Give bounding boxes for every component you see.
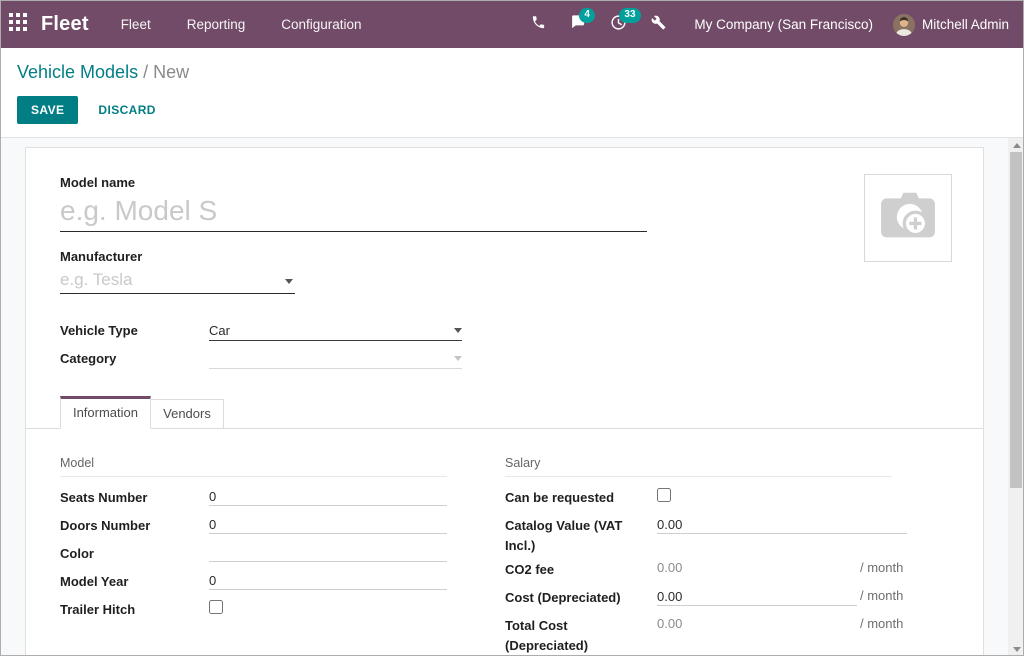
breadcrumb-separator: / [143, 62, 148, 82]
trailer-hitch-label: Trailer Hitch [60, 600, 205, 620]
model-section-title: Model [60, 456, 447, 477]
category-label: Category [60, 351, 116, 366]
breadcrumb-vehicle-models[interactable]: Vehicle Models [17, 62, 138, 82]
top-navbar: Fleet Fleet Reporting Configuration 4 [1, 1, 1023, 48]
vehicle-type-value: Car [209, 323, 230, 338]
model-name-label: Model name [60, 175, 135, 190]
manufacturer-label: Manufacturer [60, 249, 142, 264]
total-cost-value: 0.00 [657, 616, 682, 631]
activities-button[interactable]: 33 [608, 15, 628, 35]
chevron-down-icon [454, 328, 462, 333]
phone-button[interactable] [528, 15, 548, 35]
user-avatar [893, 14, 915, 36]
topbar-right: 4 33 My Company (San Francisco) [528, 14, 1023, 36]
model-image-upload[interactable] [864, 174, 952, 262]
vehicle-type-label: Vehicle Type [60, 323, 138, 338]
main-menu: Fleet Reporting Configuration [121, 17, 362, 32]
control-panel: Vehicle Models / New SAVE DISCARD [1, 48, 1023, 137]
save-button[interactable]: SAVE [17, 96, 78, 124]
menu-reporting[interactable]: Reporting [187, 17, 246, 32]
color-label: Color [60, 544, 205, 564]
breadcrumb-current: New [153, 62, 189, 82]
model-name-input[interactable] [60, 190, 647, 232]
menu-configuration[interactable]: Configuration [281, 17, 361, 32]
chevron-down-icon [454, 356, 462, 361]
wrench-icon [651, 15, 666, 35]
user-name: Mitchell Admin [922, 17, 1009, 32]
color-input[interactable] [209, 544, 447, 562]
doors-number-label: Doors Number [60, 516, 205, 536]
app-window: Fleet Fleet Reporting Configuration 4 [0, 0, 1024, 656]
menu-fleet[interactable]: Fleet [121, 17, 151, 32]
total-cost-suffix: / month [860, 616, 903, 631]
scrollbar-up-arrow[interactable] [1013, 143, 1021, 148]
tab-information[interactable]: Information [60, 396, 151, 429]
can-be-requested-checkbox[interactable] [657, 488, 671, 502]
catalog-value-input[interactable] [657, 516, 907, 534]
breadcrumb: Vehicle Models / New [17, 62, 189, 83]
salary-section-title: Salary [505, 456, 892, 477]
manufacturer-input[interactable] [60, 266, 295, 294]
messages-count-badge: 4 [579, 8, 595, 23]
cost-depreciated-label: Cost (Depreciated) [505, 588, 650, 608]
co2-fee-value: 0.00 [657, 560, 682, 575]
developer-tools-button[interactable] [648, 15, 668, 35]
co2-fee-suffix: / month [860, 560, 903, 575]
model-year-label: Model Year [60, 572, 205, 592]
cost-depreciated-suffix: / month [860, 588, 903, 603]
doors-number-input[interactable] [209, 516, 447, 534]
manufacturer-dropdown-icon[interactable] [285, 279, 293, 284]
seats-number-label: Seats Number [60, 488, 205, 508]
discard-button[interactable]: DISCARD [90, 96, 163, 124]
tab-vendors[interactable]: Vendors [151, 399, 224, 428]
grid-icon [9, 13, 27, 36]
catalog-value-label: Catalog Value (VAT Incl.) [505, 516, 650, 556]
model-year-input[interactable] [209, 572, 447, 590]
form-sheet: Model name Manufacturer Vehicle Type Car… [25, 147, 984, 656]
vehicle-type-select[interactable]: Car [209, 321, 462, 341]
cost-depreciated-input[interactable] [657, 588, 857, 606]
co2-fee-label: CO2 fee [505, 560, 650, 580]
app-brand[interactable]: Fleet [41, 13, 89, 36]
activities-count-badge: 33 [619, 8, 640, 23]
scrollbar-down-arrow[interactable] [1013, 647, 1021, 652]
user-menu[interactable]: Mitchell Admin [893, 14, 1009, 36]
can-be-requested-label: Can be requested [505, 488, 650, 508]
scrollbar-thumb[interactable] [1010, 152, 1022, 488]
apps-menu-button[interactable] [1, 1, 35, 48]
action-buttons: SAVE DISCARD [17, 96, 164, 124]
seats-number-input[interactable] [209, 488, 447, 506]
camera-plus-icon [878, 190, 938, 247]
company-switcher[interactable]: My Company (San Francisco) [694, 17, 873, 32]
phone-icon [531, 15, 546, 35]
category-select[interactable] [209, 349, 462, 369]
total-cost-label: Total Cost (Depreciated) [505, 616, 650, 656]
trailer-hitch-checkbox[interactable] [209, 600, 223, 614]
tabbar-divider [26, 428, 983, 429]
messages-button[interactable]: 4 [568, 15, 588, 35]
